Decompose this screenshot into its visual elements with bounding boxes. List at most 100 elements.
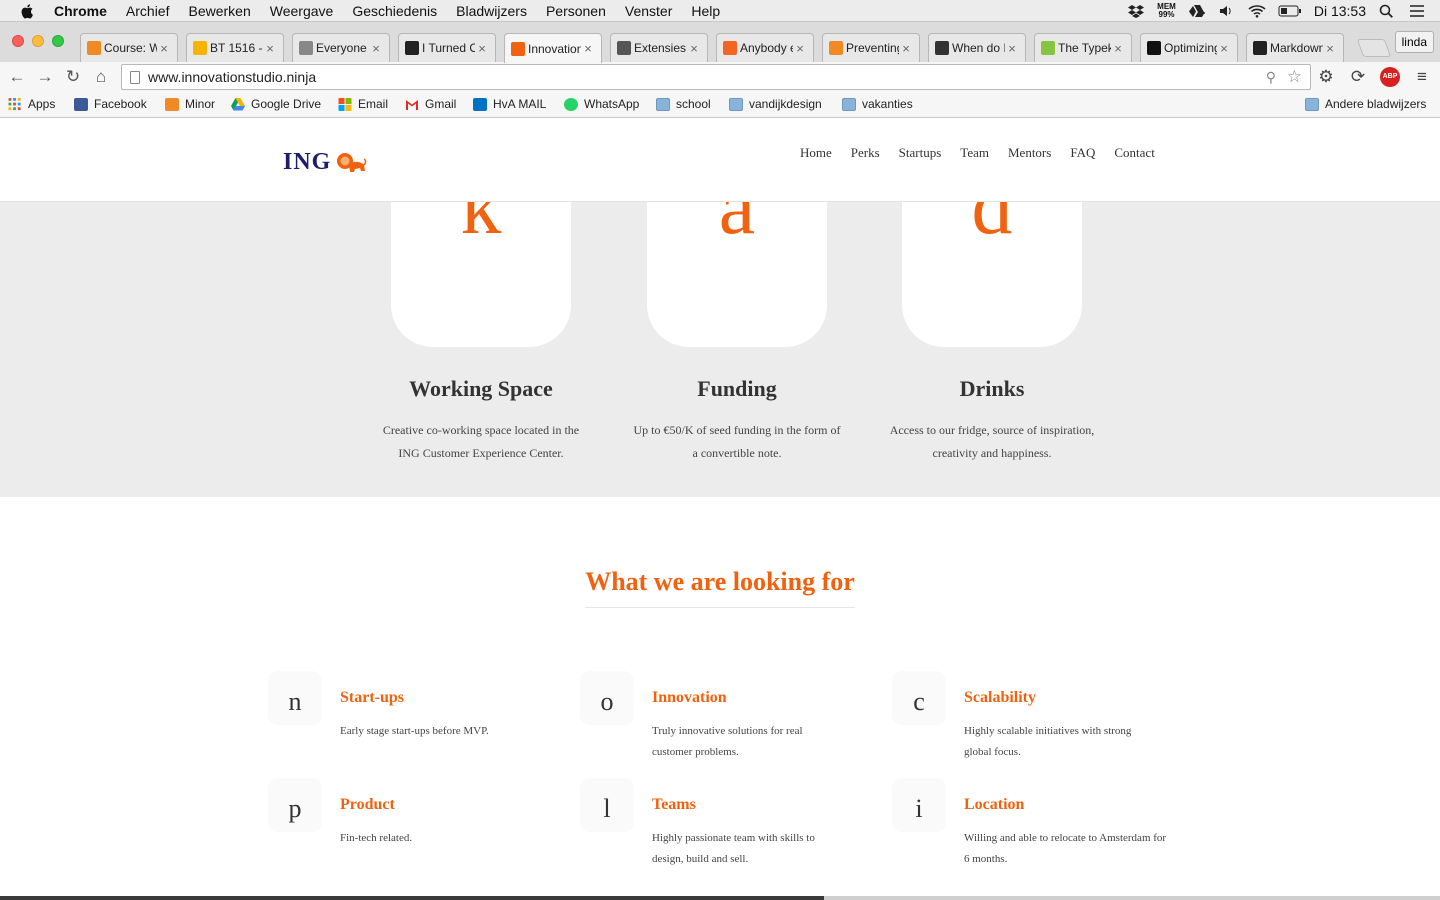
menu-weergave[interactable]: Weergave xyxy=(270,3,334,19)
bookmark-vandijkdesign[interactable]: vandijkdesign xyxy=(729,97,822,111)
new-tab-button[interactable] xyxy=(1356,39,1392,57)
codepen-icon xyxy=(935,41,949,55)
browser-tab[interactable]: Optimizing × xyxy=(1140,33,1238,62)
nav-startups[interactable]: Startups xyxy=(899,145,942,161)
bookmark-whatsapp[interactable]: WhatsApp xyxy=(564,97,639,111)
chrome-menu-icon[interactable]: ≡ xyxy=(1412,67,1432,87)
minimize-window-button[interactable] xyxy=(32,35,44,47)
wifi-icon[interactable] xyxy=(1248,4,1266,18)
feature-description: Truly innovative solutions for real cust… xyxy=(652,725,803,758)
feature-title: Scalability xyxy=(964,689,1037,706)
nav-perks[interactable]: Perks xyxy=(851,145,880,161)
close-tab-icon[interactable]: × xyxy=(793,41,807,56)
spotlight-search-icon[interactable] xyxy=(1378,4,1396,18)
tab-title: BT 1516 - xyxy=(210,41,263,55)
browser-tab[interactable]: The Typek × xyxy=(1034,33,1132,62)
close-window-button[interactable] xyxy=(12,35,24,47)
memory-indicator[interactable]: MEM 99% xyxy=(1157,3,1176,19)
nav-team[interactable]: Team xyxy=(960,145,989,161)
menu-bladwijzers[interactable]: Bladwijzers xyxy=(456,3,527,19)
menu-archief[interactable]: Archief xyxy=(126,3,170,19)
battery-icon[interactable] xyxy=(1278,4,1302,18)
browser-tab[interactable]: BT 1516 - × xyxy=(186,33,284,62)
browser-tab[interactable]: I Turned O × xyxy=(398,33,496,62)
close-tab-icon[interactable]: × xyxy=(899,41,913,56)
looking-for-heading: What we are looking for xyxy=(585,567,855,608)
close-tab-icon[interactable]: × xyxy=(1217,41,1231,56)
browser-tab[interactable]: When do I × xyxy=(928,33,1026,62)
bookmark-school[interactable]: school xyxy=(656,97,711,111)
perk-title: Funding xyxy=(697,376,777,401)
close-tab-icon[interactable]: × xyxy=(687,41,701,56)
nav-contact[interactable]: Contact xyxy=(1114,145,1154,161)
browser-tab[interactable]: Extensies × xyxy=(610,33,708,62)
menu-venster[interactable]: Venster xyxy=(625,3,672,19)
volume-icon[interactable] xyxy=(1218,4,1236,18)
bookmark-apps[interactable]: Apps xyxy=(8,97,55,111)
adblock-plus-icon[interactable]: ABP xyxy=(1380,67,1400,87)
browser-tab[interactable]: Preventing × xyxy=(822,33,920,62)
bookmark-star-icon[interactable]: ☆ xyxy=(1287,67,1302,87)
clock[interactable]: Di 13:53 xyxy=(1314,3,1366,19)
tab-title: Extensies xyxy=(634,41,687,55)
nav-mentors[interactable]: Mentors xyxy=(1008,145,1051,161)
close-tab-icon[interactable]: × xyxy=(1005,41,1019,56)
close-tab-icon[interactable]: × xyxy=(369,41,383,56)
microsoft-icon xyxy=(338,97,352,111)
outlook-icon xyxy=(473,97,487,111)
sync-extension-icon[interactable]: ⟳ xyxy=(1348,67,1368,87)
ing-logo[interactable]: ING xyxy=(283,149,367,176)
nav-home[interactable]: Home xyxy=(800,145,832,161)
menu-bewerken[interactable]: Bewerken xyxy=(188,3,250,19)
menu-help[interactable]: Help xyxy=(691,3,720,19)
menu-geschiedenis[interactable]: Geschiedenis xyxy=(352,3,437,19)
bookmarks-bar: Apps Facebook Minor Google Drive Email G… xyxy=(0,92,1440,118)
reload-icon[interactable]: ↻ xyxy=(63,67,83,87)
apps-grid-icon xyxy=(8,97,21,110)
bookmark-google-drive[interactable]: Google Drive xyxy=(231,97,321,111)
settings-gear-icon[interactable]: ⚙ xyxy=(1316,67,1336,87)
google-drive-sync-icon[interactable] xyxy=(1188,4,1206,18)
search-icon[interactable]: ⚲ xyxy=(1266,69,1276,86)
notification-center-icon[interactable] xyxy=(1408,4,1426,18)
perk-title: Drinks xyxy=(959,376,1025,401)
minor-icon xyxy=(87,41,101,55)
bookmark-vakanties[interactable]: vakanties xyxy=(842,97,913,111)
bookmark-other[interactable]: Andere bladwijzers xyxy=(1305,97,1426,111)
bookmark-email[interactable]: Email xyxy=(338,97,388,111)
dropbox-icon[interactable] xyxy=(1127,4,1145,18)
browser-tab[interactable]: Innovation × xyxy=(504,33,602,63)
forward-icon[interactable]: → xyxy=(35,67,55,87)
menu-personen[interactable]: Personen xyxy=(546,3,606,19)
feature-title: Product xyxy=(340,796,395,813)
tab-title: Course: W xyxy=(104,41,157,55)
feature-description: Fin-tech related. xyxy=(340,832,413,844)
close-tab-icon[interactable]: × xyxy=(475,41,489,56)
bookmark-gmail[interactable]: Gmail xyxy=(405,97,456,111)
address-url[interactable]: www.innovationstudio.ninja xyxy=(148,69,316,85)
apple-icon[interactable] xyxy=(20,3,36,19)
address-bar[interactable]: www.innovationstudio.ninja ⚲ ☆ xyxy=(121,64,1311,90)
bookmark-minor[interactable]: Minor xyxy=(165,97,215,111)
close-tab-icon[interactable]: × xyxy=(581,41,595,56)
perk-description: Up to €50/K of seed funding in the form … xyxy=(633,423,841,460)
close-tab-icon[interactable]: × xyxy=(1323,41,1337,56)
close-tab-icon[interactable]: × xyxy=(157,41,171,56)
feature-icon-location: i xyxy=(892,778,946,832)
close-tab-icon[interactable]: × xyxy=(1111,41,1125,56)
home-icon[interactable]: ⌂ xyxy=(91,67,111,87)
logo-wordmark: ING xyxy=(283,149,332,175)
browser-tab[interactable]: Course: W × xyxy=(80,33,178,62)
back-icon[interactable]: ← xyxy=(7,67,27,87)
nav-faq[interactable]: FAQ xyxy=(1070,145,1095,161)
tab-title: Preventing xyxy=(846,41,899,55)
bookmark-hva-mail[interactable]: HvA MAIL xyxy=(473,97,546,111)
bookmark-facebook[interactable]: Facebook xyxy=(74,97,147,111)
close-tab-icon[interactable]: × xyxy=(263,41,277,56)
menu-app-name[interactable]: Chrome xyxy=(54,3,107,19)
browser-tab[interactable]: Anybody e × xyxy=(716,33,814,62)
zoom-window-button[interactable] xyxy=(52,35,64,47)
browser-tab[interactable]: Markdown × xyxy=(1246,33,1344,62)
browser-tab[interactable]: Everyone l × xyxy=(292,33,390,62)
profile-button[interactable]: linda xyxy=(1394,31,1434,53)
